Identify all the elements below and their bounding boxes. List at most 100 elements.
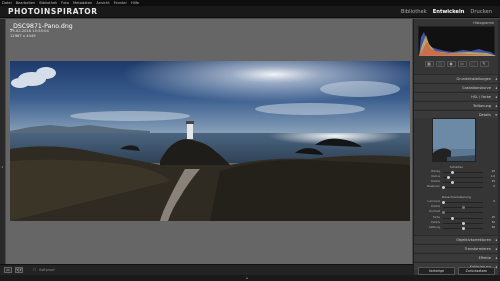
top-bar: PHOTOINSPIRATOR Bibliothek Entwickeln Dr… (0, 6, 500, 18)
slider-sharpen-amount[interactable]: Betrag 25 (418, 170, 495, 174)
softproof-label: Softproof (39, 268, 55, 272)
panel-hsl[interactable]: HSL / Farbe ◂ (414, 92, 499, 100)
slider-knob[interactable] (442, 185, 445, 189)
expand-filmstrip-icon[interactable]: ▴ (246, 275, 248, 280)
slider-label: Farbe (432, 216, 440, 219)
slider-track[interactable] (443, 187, 483, 188)
panel-effects[interactable]: Effekte ◂ (414, 253, 499, 261)
slider-value[interactable]: 25 (492, 170, 495, 173)
collapse-icon: ◂ (495, 265, 497, 269)
red-eye-icon[interactable]: ◉ (446, 61, 456, 67)
collapse-icon: ◂ (495, 256, 497, 260)
slider-knob[interactable] (447, 175, 450, 179)
slider-value[interactable]: 1,0 (491, 175, 495, 178)
collapse-icon: ◂ (495, 104, 497, 108)
slider-sharpen-detail[interactable]: Details 25 (418, 180, 495, 184)
slider-sharpen-masking[interactable]: Maskieren 0 (418, 185, 495, 189)
slider-noise-smoothness[interactable]: Glättung 50 (418, 226, 495, 230)
left-panel-strip[interactable]: ◂ (0, 19, 5, 264)
slider-track[interactable] (443, 182, 483, 183)
panel-split-toning[interactable]: Teiltonung ◂ (414, 101, 499, 109)
slider-value[interactable]: 25 (492, 180, 495, 183)
collapse-icon: ◂ (495, 86, 497, 90)
crop-tool-icon[interactable]: ▦ (424, 61, 434, 67)
slider-track[interactable] (443, 172, 483, 173)
bottom-toolbar: ▭ Y|Y ☐ Softproof (0, 264, 413, 275)
panel-transform-label: Transformieren (464, 247, 491, 251)
expand-icon: ▾ (495, 113, 497, 117)
image-info-overlay: _DSC9871-Pano.dng 25.02.2018 15:55:04 11… (10, 23, 73, 39)
before-after-icon[interactable]: Y|Y (15, 267, 23, 273)
slider-knob[interactable] (451, 170, 454, 174)
slider-label: Betrag (431, 170, 440, 173)
panel-hsl-label: HSL / Farbe (471, 95, 491, 99)
brush-icon[interactable]: ✎ (479, 61, 489, 67)
sharpening-label: Schärfen (449, 165, 464, 169)
slider-knob[interactable] (442, 210, 445, 214)
slider-value[interactable]: 50 (492, 221, 495, 224)
tool-strip: ▦ ○ ◉ ▭ ◌ ✎ (418, 60, 495, 68)
collapse-icon: ◂ (495, 95, 497, 99)
graduated-filter-icon[interactable]: ▭ (457, 61, 467, 67)
slider-knob[interactable] (451, 216, 454, 220)
panel-transform[interactable]: Transformieren ◂ (414, 244, 499, 252)
collapse-icon: ◂ (495, 238, 497, 242)
slider-knob[interactable] (442, 200, 445, 204)
histogram (418, 26, 496, 56)
softproof-checkbox-icon[interactable]: ☐ (33, 268, 36, 272)
module-library[interactable]: Bibliothek (401, 9, 427, 15)
slider-label: Maskieren (426, 185, 440, 188)
slider-knob[interactable] (451, 180, 454, 184)
slider-label: Kontrast (429, 210, 440, 213)
module-print[interactable]: Drucken (470, 9, 492, 15)
noise-reduction-label: Rauschreduzierung (442, 195, 471, 199)
spot-removal-icon[interactable]: ○ (435, 61, 445, 67)
collapse-icon: ◂ (495, 247, 497, 251)
panel-tone-curve[interactable]: Gradationskurve ◂ (414, 83, 499, 91)
slider-track[interactable] (443, 218, 483, 219)
slider-knob[interactable] (462, 226, 465, 230)
slider-noise-lum-detail[interactable]: Details (418, 205, 495, 209)
previous-button[interactable]: Vorherige (418, 267, 455, 275)
panel-button-row: Vorherige Zurücksetzen (418, 267, 495, 275)
reset-button[interactable]: Zurücksetzen (458, 267, 495, 275)
slider-label: Glättung (428, 226, 440, 229)
slider-knob[interactable] (462, 205, 465, 209)
panel-basic-label: Grundeinstellungen (456, 77, 491, 81)
slider-track[interactable] (443, 202, 483, 203)
slider-label: Details (431, 205, 440, 208)
detail-preview-image (433, 119, 475, 161)
panel-detail-label: Details (478, 113, 491, 117)
slider-value[interactable]: 0 (493, 200, 495, 203)
filmstrip-toggle[interactable]: ▴ (0, 275, 500, 281)
panel-detail[interactable]: Details ▾ (414, 110, 499, 118)
slider-noise-luminance[interactable]: Luminanz 0 (418, 200, 495, 204)
panorama-photo[interactable] (10, 61, 410, 221)
slider-value[interactable]: 50 (492, 226, 495, 229)
slider-track[interactable] (443, 212, 483, 213)
slider-label: Details (431, 180, 440, 183)
expand-left-icon[interactable]: ◂ (1, 164, 3, 169)
slider-sharpen-radius[interactable]: Radius 1,0 (418, 175, 495, 179)
slider-noise-color[interactable]: Farbe 25 (418, 216, 495, 220)
radial-filter-icon[interactable]: ◌ (468, 61, 478, 67)
panel-basic[interactable]: Grundeinstellungen ◂ (414, 74, 499, 82)
panel-lens-label: Objektivkorrekturen (456, 238, 491, 242)
slider-noise-contrast[interactable]: Kontrast (418, 210, 495, 214)
histogram-title[interactable]: Histogramm (414, 19, 498, 25)
panel-split-toning-label: Teiltonung (472, 104, 491, 108)
slider-noise-color-detail[interactable]: Details 50 (418, 221, 495, 225)
loupe-view-icon[interactable]: ▭ (4, 267, 12, 273)
slider-value[interactable]: 0 (493, 185, 495, 188)
panorama-image (10, 61, 410, 221)
panel-effects-label: Effekte (478, 256, 491, 260)
slider-label: Details (431, 221, 440, 224)
slider-value[interactable]: 25 (492, 216, 495, 219)
slider-knob[interactable] (462, 221, 465, 225)
module-develop[interactable]: Entwickeln (433, 9, 465, 15)
detail-preview[interactable] (432, 118, 476, 162)
histogram-graph (419, 32, 496, 56)
module-picker: Bibliothek Entwickeln Drucken (401, 9, 500, 15)
develop-panel: Histogramm ▦ ○ ◉ ▭ ◌ ✎ Grundeinstellunge… (413, 19, 499, 275)
panel-lens-corrections[interactable]: Objektivkorrekturen ◂ (414, 235, 499, 243)
